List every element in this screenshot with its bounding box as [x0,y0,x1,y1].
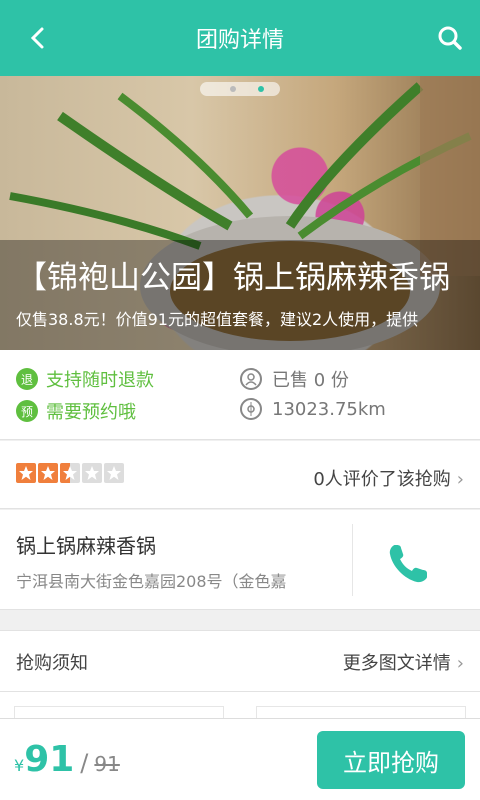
current-price: 91 [24,739,75,780]
pager-dot [230,86,236,92]
buy-now-button[interactable]: 立即抢购 [317,731,465,789]
page-title: 团购详情 [195,28,284,53]
refund-badge-icon: 退 [16,368,38,390]
image-pager [200,82,280,96]
price-separator: / [80,749,89,777]
reserve-badge-icon: 预 [16,400,38,422]
deal-title: 【锦袍山公园】锅上锅麻辣香锅 [16,260,450,296]
merchant-address: 宁洱县南大街金色嘉园208号（金色嘉 [16,572,287,591]
back-button[interactable] [22,22,54,54]
purchase-notice-row[interactable]: 抢购须知 更多图文详情 › [0,630,480,692]
more-details-text: 更多图文详情 [342,653,451,674]
location-icon [240,398,262,420]
more-details-link[interactable]: 更多图文详情 › [343,649,464,675]
search-button[interactable] [434,22,466,54]
reserve-text: 需要预约哦 [46,402,136,423]
deal-features: 退 支持随时退款 预 需要预约哦 已售 0 份 13023.75km [0,350,480,440]
deal-hero-image[interactable]: 【锦袍山公园】锅上锅麻辣香锅 仅售38.8元！价值91元的超值套餐，建议2人使用… [0,76,480,350]
price-block: ¥ 91 / 91 [14,739,120,780]
top-bar: 团购详情 [0,0,480,76]
sold-text: 已售 0 份 [272,370,349,391]
chevron-right-icon: › [456,653,464,674]
currency-symbol: ¥ [14,756,25,775]
refund-feature: 退 支持随时退款 [16,366,154,392]
distance-text: 13023.75km [272,398,386,420]
rating-row[interactable]: 0人评价了该抢购 › [0,441,480,509]
reserve-feature: 预 需要预约哦 [16,398,136,424]
refund-text: 支持随时退款 [46,370,154,391]
distance: 13023.75km [240,398,386,420]
star-half-icon [60,463,80,483]
merchant-name: 锅上锅麻辣香锅 [16,534,156,558]
review-count-text: 0人评价了该抢购 [313,469,451,490]
bottom-bar: ¥ 91 / 91 立即抢购 [0,718,480,800]
notice-label: 抢购须知 [16,653,88,674]
original-price: 91 [94,752,120,776]
phone-icon [389,545,427,583]
chevron-right-icon: › [456,469,464,490]
star-empty-icon [82,463,102,483]
pager-dot-active [258,86,264,92]
sold-count: 已售 0 份 [240,366,349,392]
star-full-icon [38,463,58,483]
star-empty-icon [104,463,124,483]
star-full-icon [16,463,36,483]
call-button[interactable] [380,536,436,592]
user-icon [240,368,262,390]
star-rating [16,463,126,483]
deal-subtitle: 仅售38.8元！价值91元的超值套餐，建议2人使用，提供 [16,310,419,329]
divider [352,524,353,596]
chevron-left-icon [30,27,44,49]
search-icon [438,26,462,50]
review-count[interactable]: 0人评价了该抢购 › [313,465,464,491]
merchant-card[interactable]: 锅上锅麻辣香锅 宁洱县南大街金色嘉园208号（金色嘉 [0,510,480,610]
